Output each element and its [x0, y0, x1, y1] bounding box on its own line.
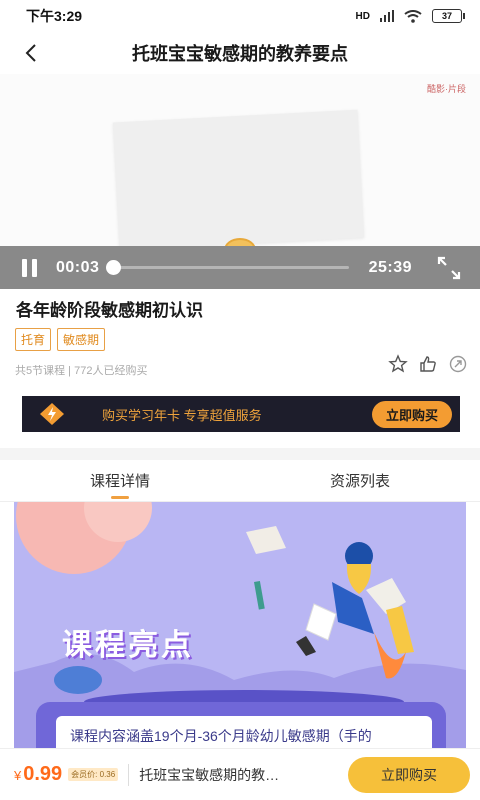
tag-list: 托育 敏感期 [15, 328, 106, 351]
price: ¥ 0.99 [14, 763, 62, 786]
tag[interactable]: 托育 [15, 328, 52, 351]
poster-title: 课程亮点 [62, 629, 194, 662]
share-icon[interactable] [448, 354, 468, 374]
thumbs-up-icon[interactable] [418, 354, 438, 374]
status-icons: HD 37 [355, 9, 465, 23]
lightning-icon [40, 403, 64, 425]
fullscreen-icon[interactable] [436, 255, 462, 281]
buy-now-button[interactable]: 立即购买 [348, 756, 470, 793]
video-frame[interactable]: 酷影·片段 [0, 74, 480, 251]
banner-buy-button[interactable]: 立即购买 [371, 400, 452, 428]
price-value: 0.99 [23, 763, 63, 785]
signal-bars-icon [380, 10, 394, 22]
course-meta: 共5节课程 | 772人已经购买 [15, 365, 148, 377]
star-icon[interactable] [388, 354, 408, 374]
bottom-course-title: 托班宝宝敏感期的教… [139, 766, 280, 783]
bottom-purchase-bar: ¥ 0.99 会员价: 0.36 托班宝宝敏感期的教… 立即购买 [0, 748, 480, 800]
page-title: 托班宝宝敏感期的教养要点 [132, 44, 348, 64]
promo-banner[interactable]: 购买学习年卡 专享超值服务 立即购买 [22, 396, 460, 432]
tab-resource-list[interactable]: 资源列表 [240, 460, 480, 501]
price-currency: ¥ [14, 768, 22, 783]
course-title: 各年龄阶段敏感期初认识 [16, 301, 203, 320]
current-time: 00:03 [56, 258, 100, 276]
divider [128, 763, 130, 786]
pause-icon [21, 258, 27, 277]
battery-icon: 37 [432, 9, 465, 23]
wifi-icon [404, 9, 422, 23]
course-detail-poster: 课程亮点 课程内容涵盖19个月-36个月龄幼儿敏感期（手的 [14, 502, 466, 748]
total-time: 25:39 [368, 258, 412, 276]
progress-bar[interactable] [105, 260, 349, 275]
video-logo: 酷影·片段 [427, 84, 466, 94]
tab-course-details[interactable]: 课程详情 [0, 460, 240, 501]
pause-button[interactable] [18, 257, 40, 279]
nav-bar: 托班宝宝敏感期的教养要点 [0, 32, 480, 74]
status-bar: 下午3:29 HD 37 [0, 0, 480, 32]
chevron-left-icon [25, 44, 36, 62]
video-player[interactable]: 酷影·片段 00:03 25:39 [0, 74, 480, 289]
tab-bar: 课程详情 资源列表 [0, 460, 480, 502]
section-divider [0, 448, 480, 460]
status-time: 下午3:29 [26, 8, 83, 24]
progress-knob[interactable] [105, 260, 121, 275]
back-button[interactable] [16, 38, 46, 68]
tag[interactable]: 敏感期 [57, 328, 106, 351]
signal-icon: HD [355, 10, 370, 22]
course-actions [388, 354, 468, 374]
banner-text: 购买学习年卡 专享超值服务 [102, 407, 262, 423]
pause-icon-bar [31, 258, 37, 277]
video-paper-shape [112, 109, 365, 251]
poster-description: 课程内容涵盖19个月-36个月龄幼儿敏感期（手的 [56, 716, 432, 748]
video-controls: 00:03 25:39 [0, 246, 480, 289]
member-price-badge: 会员价: 0.36 [68, 768, 119, 781]
